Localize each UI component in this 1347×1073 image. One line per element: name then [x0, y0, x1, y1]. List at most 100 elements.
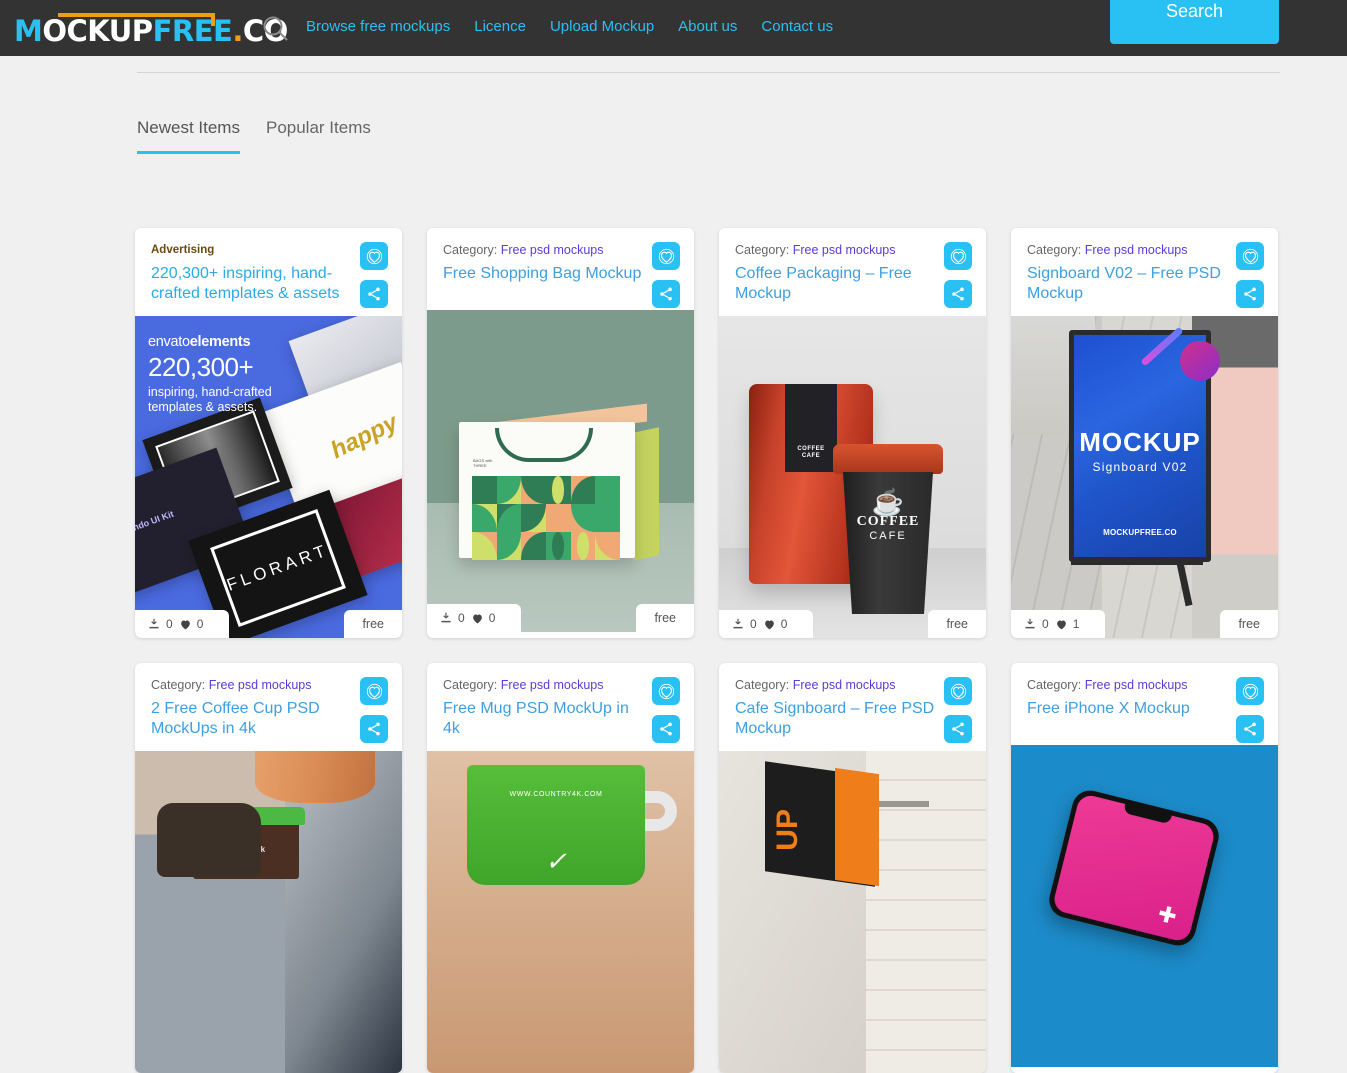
envato-brand: envatoelements	[148, 334, 298, 350]
logo-dot: .	[232, 14, 243, 48]
nav-item-upload-mockup[interactable]: Upload Mockup	[550, 16, 654, 38]
search-icon[interactable]	[262, 15, 289, 42]
card-category-link[interactable]: Free psd mockups	[501, 678, 604, 692]
card-image[interactable]: country4k	[135, 751, 402, 1073]
card-coffee-packaging-free-mockup[interactable]: Category: Free psd mockups Coffee Packag…	[719, 228, 986, 638]
card-stats: 0 1	[1011, 610, 1106, 638]
card-stats: 0 0	[719, 610, 814, 638]
card-actions	[944, 242, 972, 308]
card-image[interactable]: happy Lando UI Kit FLORART envatoelement…	[135, 316, 402, 638]
ad-thumb-label-ui-kit: Lando UI Kit	[135, 508, 175, 537]
card-advertising[interactable]: Advertising 220,300+ inspiring, hand-cra…	[135, 228, 402, 638]
card-category-label: Category:	[1027, 243, 1082, 257]
card-image[interactable]: BAGS with THREE 0 0 free	[427, 310, 694, 632]
heart-icon[interactable]	[360, 242, 388, 270]
download-icon	[441, 612, 451, 623]
envato-subtitle: inspiring, hand-crafted templates & asse…	[148, 385, 272, 414]
pouch-logo-text: COFFEE CAFE	[797, 446, 825, 459]
nav-item-contact-us[interactable]: Contact us	[761, 16, 833, 38]
heart-icon[interactable]	[1236, 677, 1264, 705]
cup-logo: ☕ COFFEE CAFE	[839, 489, 937, 542]
card-title[interactable]: Free Shopping Bag Mockup	[443, 264, 643, 284]
share-icon[interactable]	[944, 280, 972, 308]
share-icon[interactable]	[360, 715, 388, 743]
card-title[interactable]: 220,300+ inspiring, hand-crafted templat…	[151, 264, 366, 304]
heart-icon[interactable]	[944, 677, 972, 705]
card-title[interactable]: Cafe Signboard – Free PSD Mockup	[735, 699, 935, 739]
card-2-free-coffee-cup-psd-mockups[interactable]: Category: Free psd mockups 2 Free Coffee…	[135, 663, 402, 1073]
card-category: Category: Free psd mockups	[443, 242, 678, 258]
card-stats: 0 0	[427, 604, 522, 632]
card-category-link[interactable]: Free psd mockups	[793, 678, 896, 692]
cup-logo-line1: COFFEE	[856, 514, 920, 529]
cafe-signboard-artwork: UP	[719, 751, 986, 1073]
card-category-link[interactable]: Free psd mockups	[793, 243, 896, 257]
card-title[interactable]: 2 Free Coffee Cup PSD MockUps in 4k	[151, 699, 351, 739]
card-actions	[1236, 242, 1264, 308]
tab-newest-items[interactable]: Newest Items	[137, 118, 240, 154]
card-category-link[interactable]: Free psd mockups	[1085, 243, 1188, 257]
card-title[interactable]: Free iPhone X Mockup	[1027, 699, 1227, 719]
card-free-shopping-bag-mockup[interactable]: Category: Free psd mockups Free Shopping…	[427, 228, 694, 638]
heart-icon[interactable]	[652, 242, 680, 270]
card-title[interactable]: Coffee Packaging – Free Mockup	[735, 264, 935, 304]
heart-icon[interactable]	[944, 242, 972, 270]
signboard-poster-text: MOCKUP Signboard V02	[1074, 427, 1206, 474]
nav-item-browse-free-mockups[interactable]: Browse free mockups	[306, 16, 450, 38]
card-category-label: Category:	[443, 243, 498, 257]
heart-filled-icon	[1056, 619, 1066, 629]
download-icon	[149, 618, 159, 629]
card-actions	[360, 242, 388, 308]
signboard-subtitle: Signboard V02	[1092, 460, 1188, 474]
share-icon[interactable]	[652, 280, 680, 308]
card-category: Category: Free psd mockups	[1027, 242, 1262, 258]
share-icon[interactable]	[1236, 280, 1264, 308]
heart-filled-icon	[764, 619, 774, 629]
card-image[interactable]: ✚	[1011, 745, 1278, 1067]
heart-filled-icon	[472, 613, 482, 623]
card-category-link[interactable]: Free psd mockups	[1085, 678, 1188, 692]
mug-script-decoration: ✓	[545, 847, 567, 877]
card-free-mug-psd-mockup[interactable]: Category: Free psd mockups Free Mug PSD …	[427, 663, 694, 1073]
card-free-iphone-x-mockup[interactable]: Category: Free psd mockups Free iPhone X…	[1011, 663, 1278, 1073]
coffee-packaging-artwork: COFFEE CAFE ☕ COFFEE CAFE	[719, 316, 986, 638]
logo-bar-decoration	[58, 13, 215, 26]
share-icon[interactable]	[652, 715, 680, 743]
card-category-label: Category:	[735, 678, 790, 692]
download-count-value: 0	[166, 617, 173, 631]
card-image[interactable]: COFFEE CAFE ☕ COFFEE CAFE 0 0 free	[719, 316, 986, 638]
like-count-value: 0	[488, 611, 496, 625]
card-image[interactable]: MOCKUP Signboard V02 MOCKUPFREE.CO 0 1 f…	[1011, 316, 1278, 638]
nav-item-about-us[interactable]: About us	[678, 16, 737, 38]
heart-icon[interactable]	[360, 677, 388, 705]
card-actions	[944, 677, 972, 743]
share-icon[interactable]	[944, 715, 972, 743]
share-icon[interactable]	[1236, 715, 1264, 743]
envato-brand-bold: elements	[189, 334, 251, 350]
envato-number: 220,300+	[148, 352, 254, 382]
site-logo[interactable]: MOCKUPFREE.CO	[14, 10, 288, 46]
card-cafe-signboard-free-psd-mockup[interactable]: Category: Free psd mockups Cafe Signboar…	[719, 663, 986, 1073]
card-title[interactable]: Signboard V02 – Free PSD Mockup	[1027, 264, 1227, 304]
card-price-badge: free	[928, 610, 986, 638]
green-mug-artwork: WWW.COUNTRY4K.COM ✓	[427, 751, 694, 1073]
heart-icon[interactable]	[652, 677, 680, 705]
card-price-badge: free	[1220, 610, 1278, 638]
card-category-link[interactable]: Free psd mockups	[209, 678, 312, 692]
heart-icon[interactable]	[1236, 242, 1264, 270]
card-image[interactable]: WWW.COUNTRY4K.COM ✓	[427, 751, 694, 1073]
card-category: Advertising	[151, 242, 386, 258]
envato-ad-text: envatoelements 220,300+ inspiring, hand-…	[148, 334, 298, 415]
card-signboard-v02-free-psd-mockup[interactable]: Category: Free psd mockups Signboard V02…	[1011, 228, 1278, 638]
tab-popular-items[interactable]: Popular Items	[266, 118, 371, 154]
search-button[interactable]: Search	[1110, 0, 1279, 44]
ad-thumb-label-happy: happy	[326, 408, 402, 465]
card-category-label: Category:	[1027, 678, 1082, 692]
signboard-title: MOCKUP	[1079, 427, 1201, 457]
card-category-label: Category:	[151, 678, 206, 692]
card-category-link[interactable]: Free psd mockups	[501, 243, 604, 257]
nav-item-licence[interactable]: Licence	[474, 16, 526, 38]
card-title[interactable]: Free Mug PSD MockUp in 4k	[443, 699, 643, 739]
share-icon[interactable]	[360, 280, 388, 308]
card-image[interactable]: UP	[719, 751, 986, 1073]
